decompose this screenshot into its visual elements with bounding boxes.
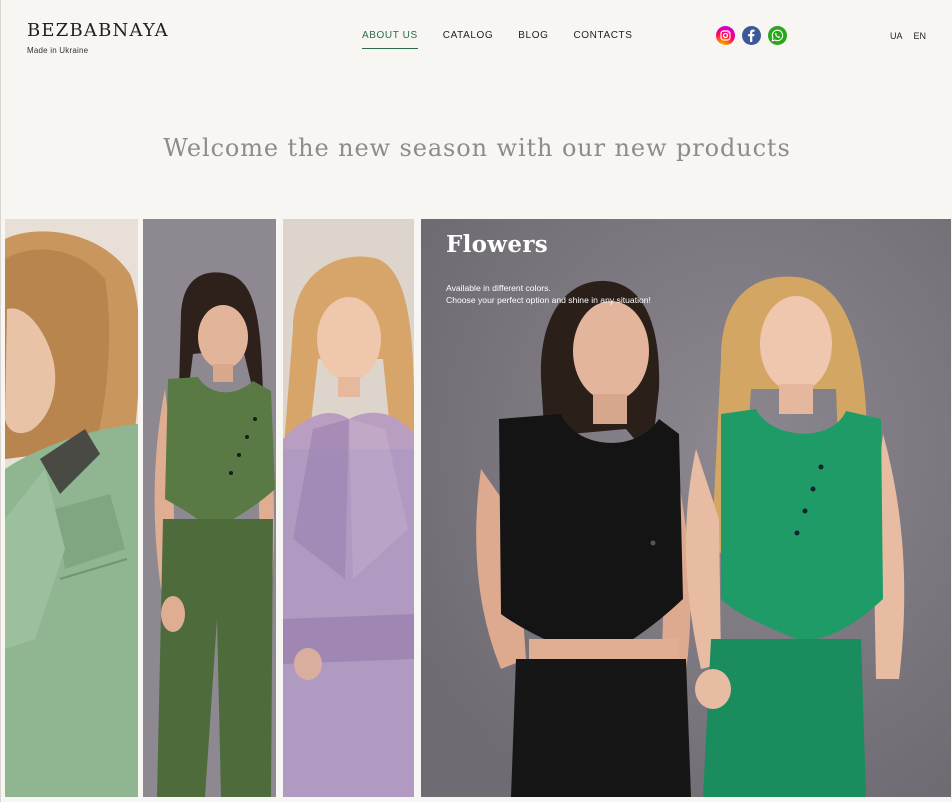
page: BEZBABNAYA Made in Ukraine ABOUT US CATA… <box>0 0 952 802</box>
nav-item-contacts[interactable]: CONTACTS <box>573 30 632 49</box>
instagram-icon[interactable] <box>716 26 735 45</box>
page-headline: Welcome the new season with our new prod… <box>163 134 791 162</box>
brand-tagline: Made in Ukraine <box>27 46 89 55</box>
nav-item-about-us[interactable]: ABOUT US <box>362 30 418 49</box>
feature-description: Available in different colors. Choose yo… <box>446 283 651 306</box>
nav-item-blog[interactable]: BLOG <box>518 30 548 49</box>
feature-title: Flowers <box>446 231 549 258</box>
model-mint-jacket-photo[interactable] <box>5 219 138 797</box>
social-links <box>716 26 787 45</box>
facebook-icon[interactable] <box>742 26 761 45</box>
feature-desc-line-1: Available in different colors. <box>446 283 551 293</box>
lang-en[interactable]: EN <box>914 31 927 41</box>
language-switcher: UA EN <box>890 31 926 41</box>
whatsapp-icon[interactable] <box>768 26 787 45</box>
lang-ua[interactable]: UA <box>890 31 903 41</box>
brand-logo[interactable]: BEZBABNAYA Made in Ukraine <box>27 20 169 55</box>
nav-item-catalog[interactable]: CATALOG <box>443 30 494 49</box>
model-lilac-coat-photo[interactable] <box>283 219 414 797</box>
model-olive-vest-photo[interactable] <box>143 219 276 797</box>
feature-desc-line-2: Choose your perfect option and shine in … <box>446 294 651 305</box>
main-nav: ABOUT US CATALOG BLOG CONTACTS <box>362 30 633 49</box>
site-header: BEZBABNAYA Made in Ukraine ABOUT US CATA… <box>1 0 952 70</box>
brand-name: BEZBABNAYA <box>27 20 169 41</box>
